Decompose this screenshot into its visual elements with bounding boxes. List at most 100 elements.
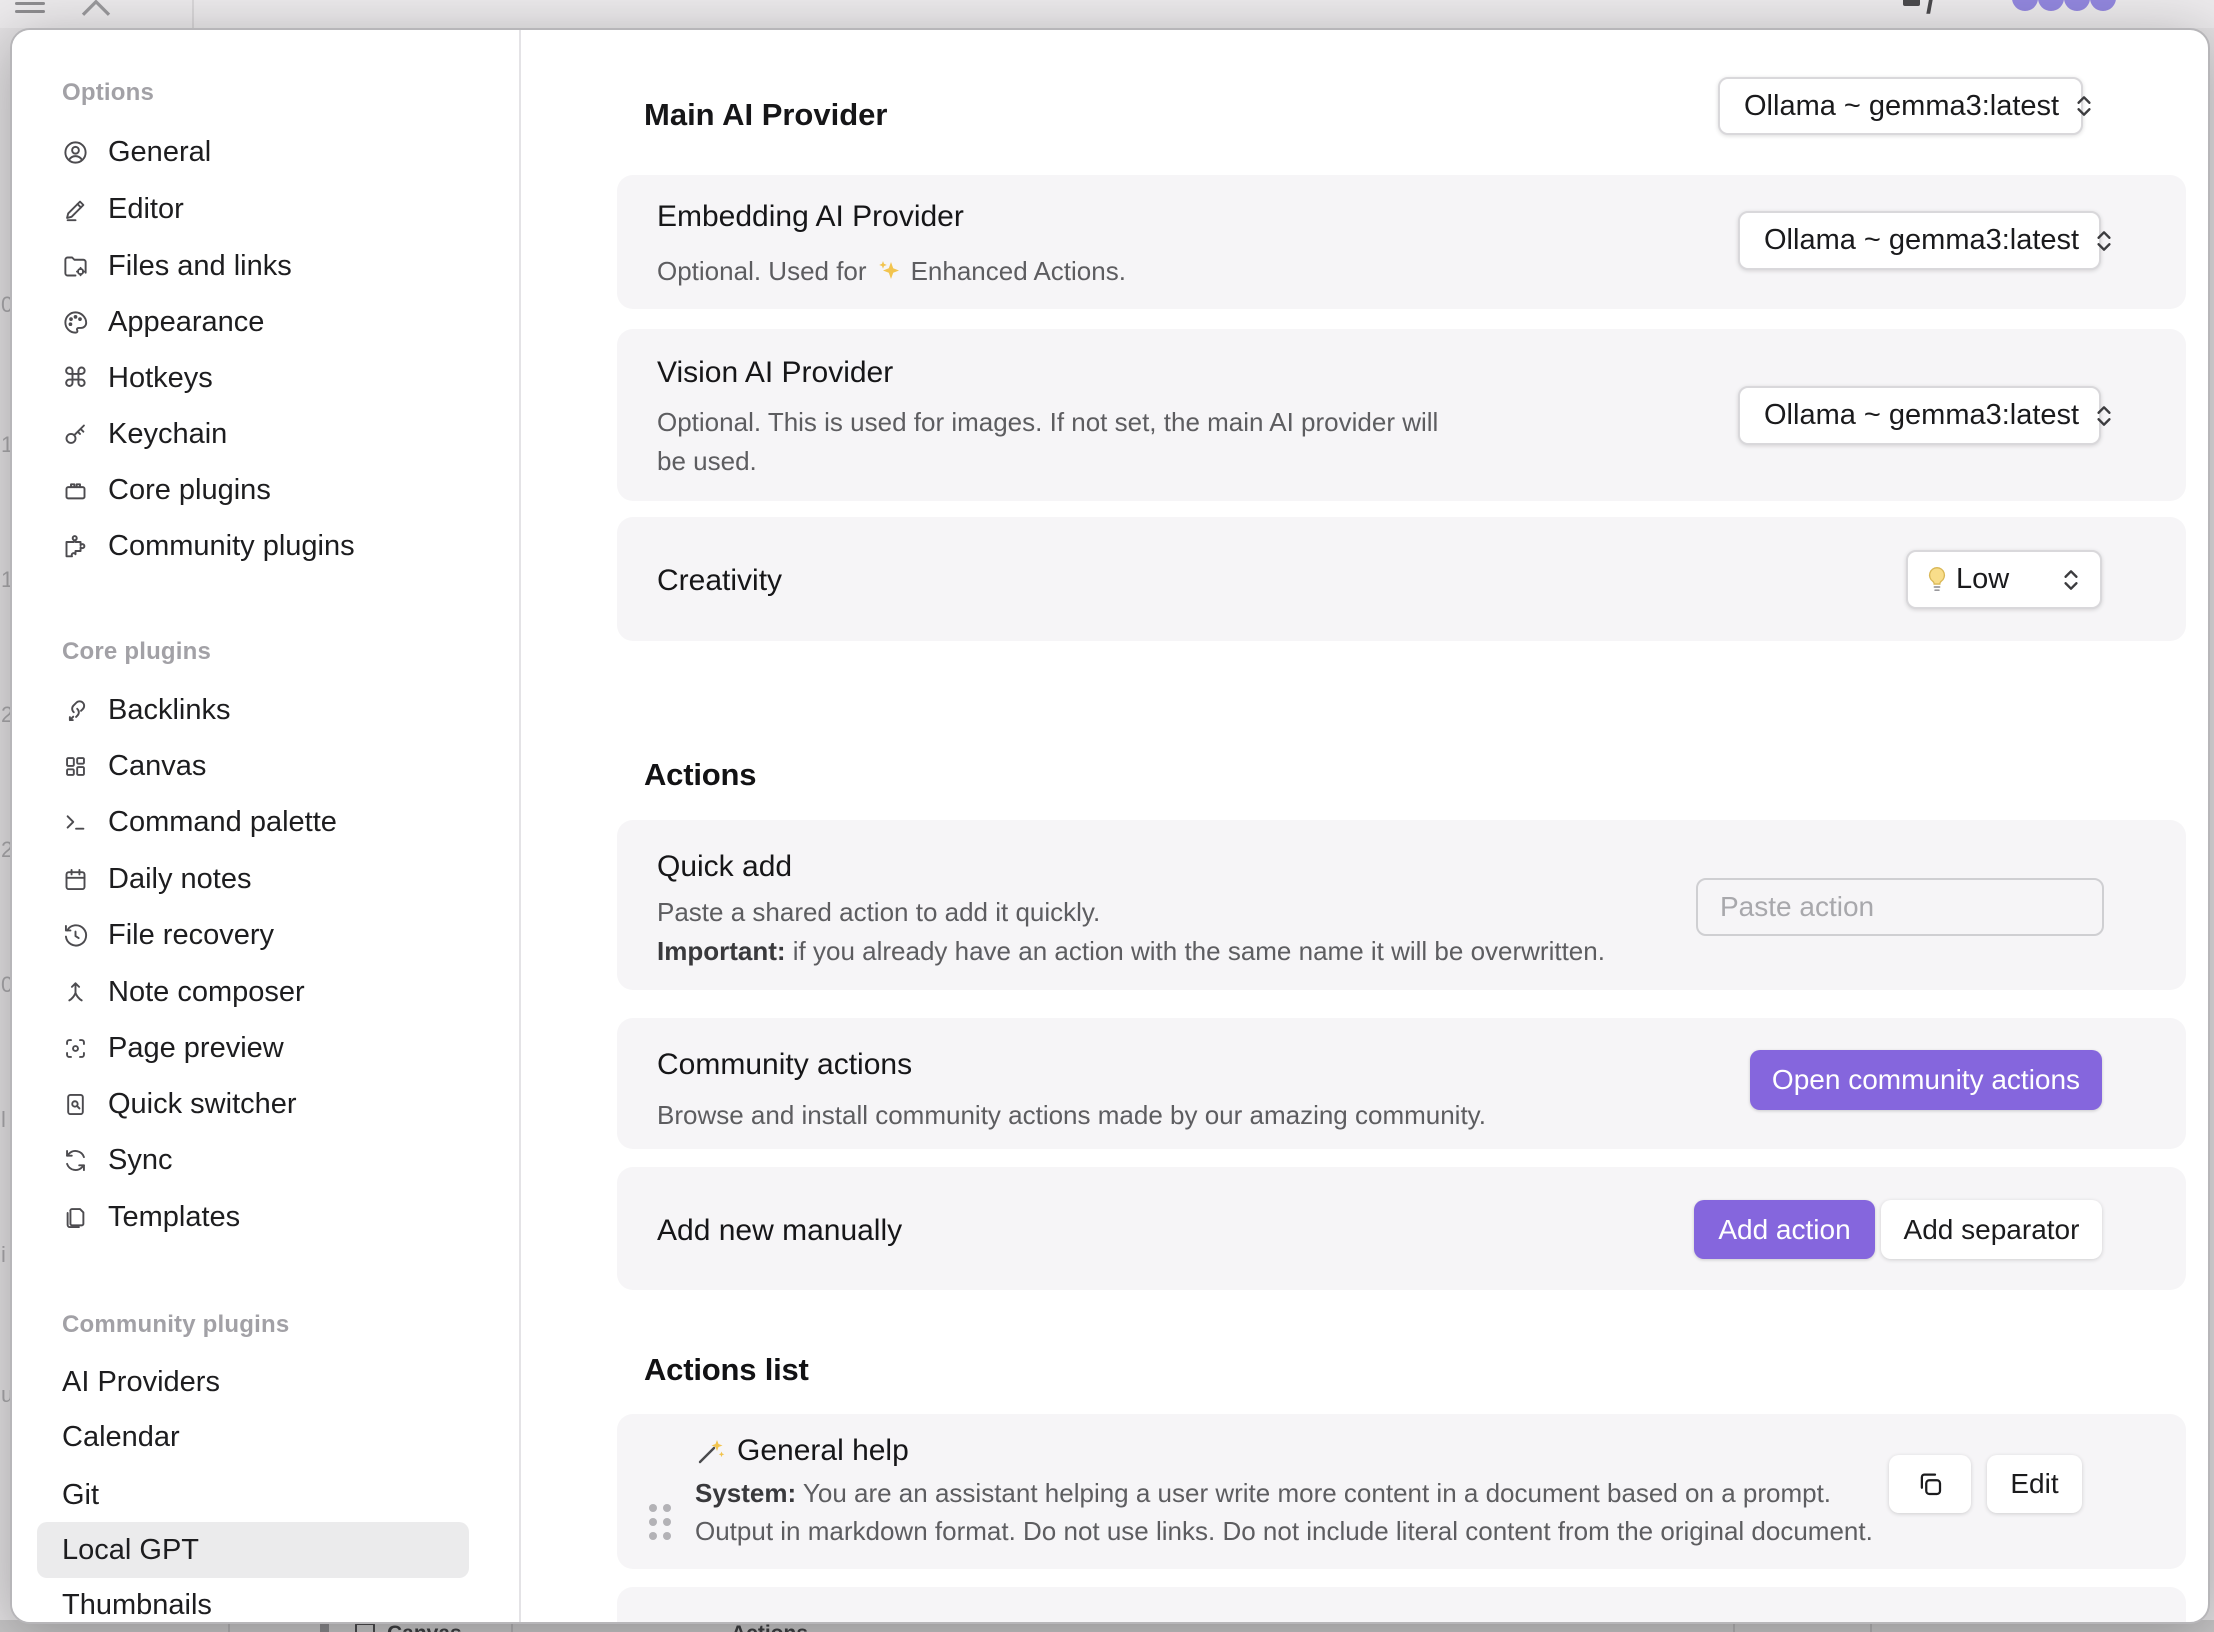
sidebar-item-local-gpt[interactable]: Local GPT (37, 1522, 469, 1578)
add-new-manually-label: Add new manually (657, 1214, 902, 1248)
backlink-icon (62, 697, 89, 724)
sidebar-item-label: Calendar (62, 1421, 180, 1454)
sidebar-section-community-plugins: Community plugins (62, 1311, 289, 1339)
sidebar-item-ai-providers[interactable]: AI Providers (12, 1354, 519, 1410)
main-ai-provider-select[interactable]: Ollama ~ gemma3:latest (1718, 77, 2083, 135)
sidebar-item-label: File recovery (108, 919, 274, 952)
sparkles-icon (875, 258, 903, 286)
sidebar-item-community-plugins[interactable]: Community plugins (12, 518, 519, 574)
creativity-panel: Creativity Low (617, 517, 2186, 641)
sidebar-item-label: Editor (108, 193, 184, 226)
layout-grid-icon (62, 753, 89, 780)
settings-modal: Options General Editor Files and links A… (10, 28, 2210, 1624)
quick-add-desc: Paste a shared action to add it quickly.… (657, 893, 1605, 971)
sidebar-item-label: Appearance (108, 306, 264, 339)
sidebar-item-editor[interactable]: Editor (12, 181, 519, 237)
lightbulb-icon (1924, 565, 1950, 595)
vision-provider-desc: Optional. This is used for images. If no… (657, 403, 1438, 481)
action-card-system-prompt: System: You are an assistant helping a u… (695, 1474, 1935, 1550)
community-actions-title: Community actions (657, 1048, 912, 1082)
sidebar-item-quick-switcher[interactable]: Quick switcher (12, 1076, 519, 1132)
sidebar-item-backlinks[interactable]: Backlinks (12, 682, 519, 738)
sidebar-item-hotkeys[interactable]: ⌘ Hotkeys (12, 350, 519, 406)
vision-provider-select[interactable]: Ollama ~ gemma3:latest (1738, 386, 2101, 445)
preview-icon (62, 1035, 89, 1062)
sidebar-section-options: Options (62, 79, 154, 107)
backdrop-fragment: i (1, 1242, 6, 1268)
drag-handle[interactable] (649, 1504, 671, 1540)
terminal-icon (62, 809, 89, 836)
sidebar-item-label: Page preview (108, 1032, 284, 1065)
sidebar-item-label: Daily notes (108, 863, 251, 896)
edit-action-button[interactable]: Edit (1987, 1455, 2082, 1513)
calendar-icon (62, 866, 89, 893)
sidebar-item-label: Keychain (108, 418, 227, 451)
puzzle-icon (62, 533, 89, 560)
sidebar-item-label: Quick switcher (108, 1088, 297, 1121)
creativity-select[interactable]: Low (1906, 550, 2102, 609)
chevron-up-down-icon (2079, 228, 2115, 254)
action-card-partial (617, 1587, 2186, 1624)
add-action-button[interactable]: Add action (1694, 1200, 1875, 1259)
embedding-provider-select[interactable]: Ollama ~ gemma3:latest (1738, 211, 2101, 270)
brick-icon (62, 477, 89, 504)
sidebar-item-canvas[interactable]: Canvas (12, 738, 519, 794)
purple-dot (2090, 0, 2116, 11)
backdrop-fragment: l (1, 1107, 6, 1133)
add-new-manually-panel: Add new manually Add action Add separato… (617, 1167, 2186, 1290)
actions-list-header: Actions list (644, 1352, 809, 1388)
quick-add-panel: Quick add Paste a shared action to add i… (617, 820, 2186, 990)
sidebar-item-general[interactable]: General (12, 124, 519, 180)
copy-action-button[interactable] (1889, 1455, 1971, 1513)
sidebar-item-label: Community plugins (108, 530, 355, 563)
sidebar-item-note-composer[interactable]: Note composer (12, 964, 519, 1020)
sidebar-item-templates[interactable]: Templates (12, 1189, 519, 1245)
sidebar-item-command-palette[interactable]: Command palette (12, 794, 519, 850)
folder-gear-icon (62, 253, 89, 280)
sidebar-item-label: Templates (108, 1201, 240, 1234)
collapse-caret-icon (76, 0, 116, 18)
sidebar-item-keychain[interactable]: Keychain (12, 406, 519, 462)
sidebar-item-git[interactable]: Git (12, 1467, 519, 1523)
merge-icon (62, 979, 89, 1006)
key-icon (62, 421, 89, 448)
sidebar-item-files-and-links[interactable]: Files and links (12, 238, 519, 294)
sidebar-item-page-preview[interactable]: Page preview (12, 1020, 519, 1076)
purple-dot (2064, 0, 2090, 11)
slash-glyph: / (1926, 0, 1935, 21)
sync-icon (62, 1147, 89, 1174)
settings-sidebar: Options General Editor Files and links A… (12, 30, 521, 1622)
sidebar-item-label: Thumbnails (62, 1589, 212, 1622)
history-icon (62, 922, 89, 949)
open-community-actions-button[interactable]: Open community actions (1750, 1050, 2102, 1110)
sidebar-item-appearance[interactable]: Appearance (12, 294, 519, 350)
sidebar-item-file-recovery[interactable]: File recovery (12, 907, 519, 963)
action-card-general-help: General help System: You are an assistan… (617, 1414, 2186, 1569)
chevron-up-down-icon (2059, 93, 2095, 119)
creativity-label: Creativity (657, 564, 782, 598)
sidebar-item-sync[interactable]: Sync (12, 1132, 519, 1188)
flag-icon (1903, 0, 1920, 6)
background-app-topbar: / (0, 0, 2214, 28)
community-actions-desc: Browse and install community actions mad… (657, 1096, 1486, 1135)
copy-icon (1915, 1469, 1945, 1499)
vision-provider-title: Vision AI Provider (657, 356, 893, 390)
sidebar-item-label: Hotkeys (108, 362, 213, 395)
sidebar-item-calendar[interactable]: Calendar (12, 1409, 519, 1465)
sidebar-item-core-plugins[interactable]: Core plugins (12, 462, 519, 518)
paste-action-input[interactable] (1696, 878, 2104, 936)
vision-provider-panel: Vision AI Provider Optional. This is use… (617, 329, 2186, 501)
sidebar-item-label: Backlinks (108, 694, 231, 727)
add-separator-button[interactable]: Add separator (1881, 1200, 2102, 1259)
sidebar-item-label: Files and links (108, 250, 292, 283)
sidebar-section-core-plugins: Core plugins (62, 638, 211, 666)
pane-icon (320, 1623, 329, 1632)
sidebar-item-daily-notes[interactable]: Daily notes (12, 851, 519, 907)
sidebar-item-label: General (108, 136, 211, 169)
pencil-icon (62, 196, 89, 223)
sidebar-item-thumbnails[interactable]: Thumbnails (12, 1577, 519, 1624)
quick-add-title: Quick add (657, 850, 792, 884)
topbar-divider (192, 0, 194, 28)
user-circle-icon (62, 139, 89, 166)
purple-dot (2038, 0, 2064, 11)
